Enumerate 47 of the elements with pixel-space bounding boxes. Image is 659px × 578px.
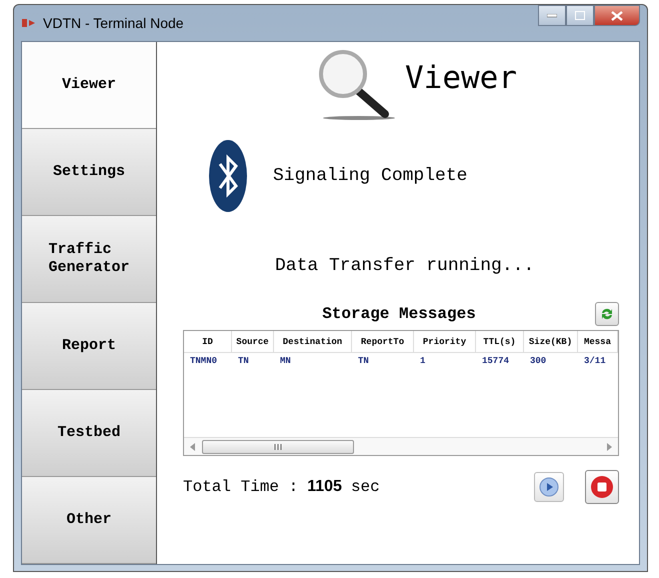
column-header: Priority [414,331,476,353]
page-title: Viewer [405,60,517,96]
close-button[interactable] [594,5,640,26]
column-header: TTL(s) [476,331,524,353]
table-cell-text: 3/11 [583,355,607,368]
sidebar-tab[interactable]: Other [22,477,156,564]
scroll-left-icon[interactable] [190,442,196,450]
sidebar-tab[interactable]: Traffic Generator [22,216,156,303]
minimize-icon [547,14,557,18]
refresh-icon [600,307,614,321]
scroll-right-icon[interactable] [606,442,612,450]
column-header: ID [184,331,232,353]
signaling-status: Signaling Complete [273,166,468,186]
table-cell-text: 300 [529,355,548,368]
play-button[interactable] [534,472,564,502]
table-cell-text: 1 [419,355,426,368]
table-cell-text: MN [279,355,292,368]
table-title: Storage Messages [321,305,477,323]
sidebar-tab[interactable]: Report [22,303,156,390]
maximize-icon [575,11,585,20]
total-time-value: 1105 [307,478,342,496]
grip-icon [274,444,282,450]
play-icon [539,477,559,497]
bluetooth-icon [209,140,247,212]
table-cell-text: TN [237,355,250,368]
column-header: Messa [578,331,618,353]
sidebar-tab[interactable]: Settings [22,129,156,216]
table-cell-text: TNMN0 [189,355,218,368]
minimize-button[interactable] [538,5,566,26]
app-icon [21,17,37,29]
table-cell-text: 15774 [481,355,510,368]
stop-icon [590,475,614,499]
transfer-status: Data Transfer running... [274,256,536,276]
column-header: Source [232,331,274,353]
sidebar-tab[interactable]: Testbed [22,390,156,477]
total-time-label: Total Time : [183,478,298,496]
stop-button[interactable] [585,470,619,504]
column-header: ReportTo [352,331,414,353]
table-cell-text: TN [357,355,370,368]
window-title: VDTN - Terminal Node [43,15,184,31]
column-header: Size(KB) [524,331,578,353]
maximize-button[interactable] [566,5,594,26]
horizontal-scrollbar[interactable] [184,437,618,455]
total-time-unit: sec [350,478,380,496]
column-header: Destination [274,331,352,353]
refresh-button[interactable] [595,302,619,326]
close-icon [611,10,623,20]
